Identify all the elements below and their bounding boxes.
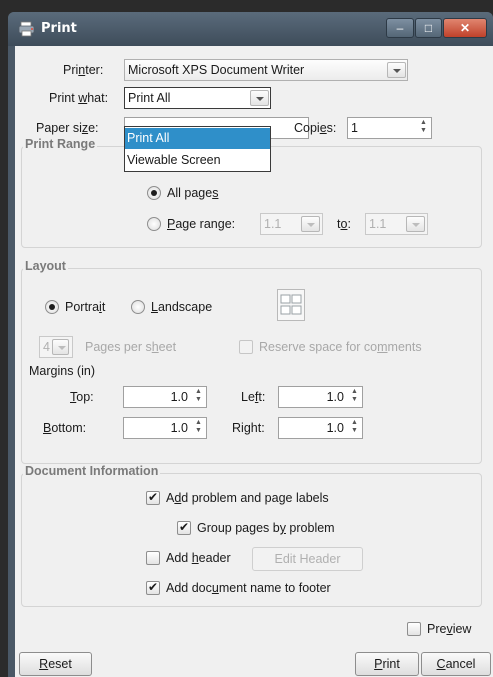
dropdown-option-viewable-screen[interactable]: Viewable Screen <box>125 150 270 171</box>
spinner-icon[interactable]: ▲ ▼ <box>418 119 429 137</box>
portrait-label: Portrait <box>65 300 106 314</box>
spinner-icon[interactable]: ▲ ▼ <box>349 419 360 437</box>
pages-per-sheet-select[interactable]: 4 <box>39 336 73 358</box>
landscape-label: Landscape <box>151 300 213 314</box>
copies-value: 1 <box>351 121 358 135</box>
margins-label: Margins (in) <box>29 364 95 378</box>
copies-label: Copies: <box>294 121 337 135</box>
top-margin-field[interactable]: 1.0 ▲ ▼ <box>123 386 207 408</box>
printer-select[interactable]: Microsoft XPS Document Writer <box>124 59 408 81</box>
print-what-label: Print what: <box>49 91 109 105</box>
all-pages-radio[interactable] <box>147 186 161 200</box>
page-range-to-select[interactable]: 1.1 <box>365 213 428 235</box>
add-header-label: Add header <box>166 551 231 565</box>
right-margin-label: Right: <box>232 421 265 435</box>
left-margin-value: 1.0 <box>326 390 344 404</box>
spinner-icon[interactable]: ▲ ▼ <box>193 419 204 437</box>
add-labels-checkbox[interactable] <box>146 490 160 505</box>
printer-label: Printer: <box>63 63 104 77</box>
page-layout-preview-icon <box>277 289 305 321</box>
chevron-down-icon[interactable] <box>52 339 69 355</box>
preview-checkbox[interactable] <box>407 622 421 636</box>
print-what-select-value: Print All <box>128 91 171 105</box>
dialog-body: Printer: Microsoft XPS Document Writer P… <box>15 46 493 677</box>
minimize-button[interactable]: – <box>386 18 414 38</box>
chevron-down-icon[interactable] <box>406 216 425 232</box>
page-range-to-label: to: <box>337 217 351 231</box>
pages-per-sheet-value: 4 <box>43 340 50 354</box>
add-document-name-label: Add document name to footer <box>166 581 331 595</box>
dropdown-option-print-all[interactable]: Print All <box>125 128 270 149</box>
bottom-margin-field[interactable]: 1.0 ▲ ▼ <box>123 417 207 439</box>
spinner-icon[interactable]: ▲ ▼ <box>349 388 360 406</box>
top-margin-label: Top: <box>70 390 94 404</box>
add-document-name-checkbox[interactable] <box>146 580 160 595</box>
right-margin-value: 1.0 <box>326 421 344 435</box>
bottom-margin-label: Bottom: <box>43 421 87 435</box>
page-range-label: Page range: <box>167 217 236 231</box>
all-pages-label: All pages <box>167 186 219 200</box>
printer-select-value: Microsoft XPS Document Writer <box>128 63 305 77</box>
maximize-button[interactable]: □ <box>415 18 442 38</box>
reset-button[interactable]: Reset <box>19 652 92 676</box>
copies-field[interactable]: 1 ▲ ▼ <box>347 117 432 139</box>
add-header-checkbox[interactable] <box>146 551 160 565</box>
page-range-from-select[interactable]: 1.1 <box>260 213 323 235</box>
reserve-space-checkbox[interactable] <box>239 340 253 354</box>
preview-label: Preview <box>427 622 472 636</box>
document-information-title: Document Information <box>23 464 161 478</box>
page-range-from-value: 1.1 <box>264 217 282 231</box>
printer-icon <box>18 21 35 37</box>
chevron-down-icon[interactable] <box>250 90 269 106</box>
close-button[interactable]: ✕ <box>443 18 487 38</box>
window-title: Print <box>41 21 77 36</box>
right-margin-field[interactable]: 1.0 ▲ ▼ <box>278 417 363 439</box>
left-margin-label: Left: <box>241 390 266 404</box>
chevron-down-icon[interactable] <box>387 62 406 78</box>
print-button[interactable]: Print <box>355 652 419 676</box>
chevron-down-icon[interactable] <box>301 216 320 232</box>
print-range-title: Print Range <box>23 137 98 151</box>
print-dialog: Print – □ ✕ Printer: Microsoft XPS Docum… <box>8 12 493 677</box>
landscape-radio[interactable] <box>131 300 145 314</box>
spinner-icon[interactable]: ▲ ▼ <box>193 388 204 406</box>
layout-title: Layout <box>23 259 68 273</box>
title-bar[interactable]: Print – □ ✕ <box>8 12 493 46</box>
group-pages-label: Group pages by problem <box>197 521 335 535</box>
top-margin-value: 1.0 <box>170 390 188 404</box>
paper-size-label: Paper size: <box>36 121 99 135</box>
edit-header-button[interactable]: Edit Header <box>252 547 363 571</box>
print-what-select[interactable]: Print All <box>124 87 271 109</box>
group-pages-checkbox[interactable] <box>177 520 191 535</box>
reserve-space-label: Reserve space for comments <box>259 340 422 354</box>
cancel-button[interactable]: Cancel <box>421 652 491 676</box>
page-range-radio[interactable] <box>147 217 161 231</box>
add-labels-label: Add problem and page labels <box>166 491 329 505</box>
pages-per-sheet-label: Pages per sheet <box>85 340 177 354</box>
print-what-dropdown-list: Print All Viewable Screen <box>124 126 271 172</box>
portrait-radio[interactable] <box>45 300 59 314</box>
bottom-margin-value: 1.0 <box>170 421 188 435</box>
page-range-to-value: 1.1 <box>369 217 387 231</box>
left-margin-field[interactable]: 1.0 ▲ ▼ <box>278 386 363 408</box>
